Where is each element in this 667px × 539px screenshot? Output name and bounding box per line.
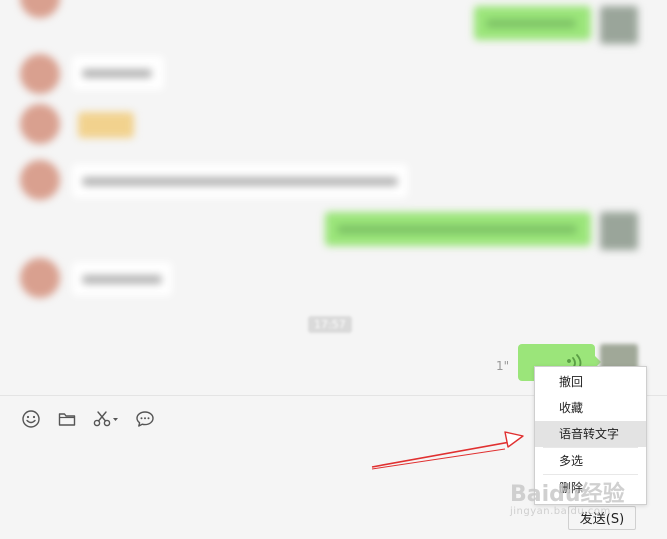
contact-avatar[interactable] — [20, 258, 60, 298]
menu-item-voice-to-text[interactable]: 语音转文字 — [535, 421, 646, 447]
input-toolbar — [20, 408, 156, 430]
contact-message-bubble[interactable] — [72, 164, 408, 198]
menu-item-recall[interactable]: 撤回 — [535, 369, 646, 395]
emoji-icon — [22, 410, 40, 428]
my-message-bubble[interactable] — [474, 6, 591, 40]
chat-history-button[interactable] — [134, 408, 156, 430]
contact-avatar[interactable] — [20, 0, 60, 18]
contact-avatar[interactable] — [20, 104, 60, 144]
emoji-button[interactable] — [20, 408, 42, 430]
menu-item-multi-select[interactable]: 多选 — [535, 448, 646, 474]
contact-sticker[interactable] — [78, 112, 134, 138]
folder-icon — [58, 413, 76, 426]
contact-message-bubble[interactable] — [72, 56, 164, 90]
context-menu: 撤回 收藏 语音转文字 多选 删除 — [534, 366, 647, 505]
my-avatar[interactable] — [600, 212, 638, 250]
chat-history-icon — [136, 411, 154, 427]
screenshot-button[interactable] — [92, 408, 120, 430]
voice-duration: 1" — [496, 359, 510, 373]
my-message-bubble[interactable] — [325, 212, 591, 246]
my-avatar[interactable] — [600, 6, 638, 44]
send-button[interactable]: 发送(S) — [568, 506, 636, 530]
contact-avatar[interactable] — [20, 160, 60, 200]
send-file-button[interactable] — [56, 408, 78, 430]
chat-history-pane: 17:57 1" — [0, 0, 667, 395]
contact-message-bubble[interactable] — [72, 262, 172, 296]
message-timestamp: 17:57 — [308, 316, 352, 333]
menu-item-delete[interactable]: 删除 — [535, 475, 646, 501]
menu-item-favorite[interactable]: 收藏 — [535, 395, 646, 421]
scissors-icon — [93, 411, 118, 427]
contact-avatar[interactable] — [20, 54, 60, 94]
